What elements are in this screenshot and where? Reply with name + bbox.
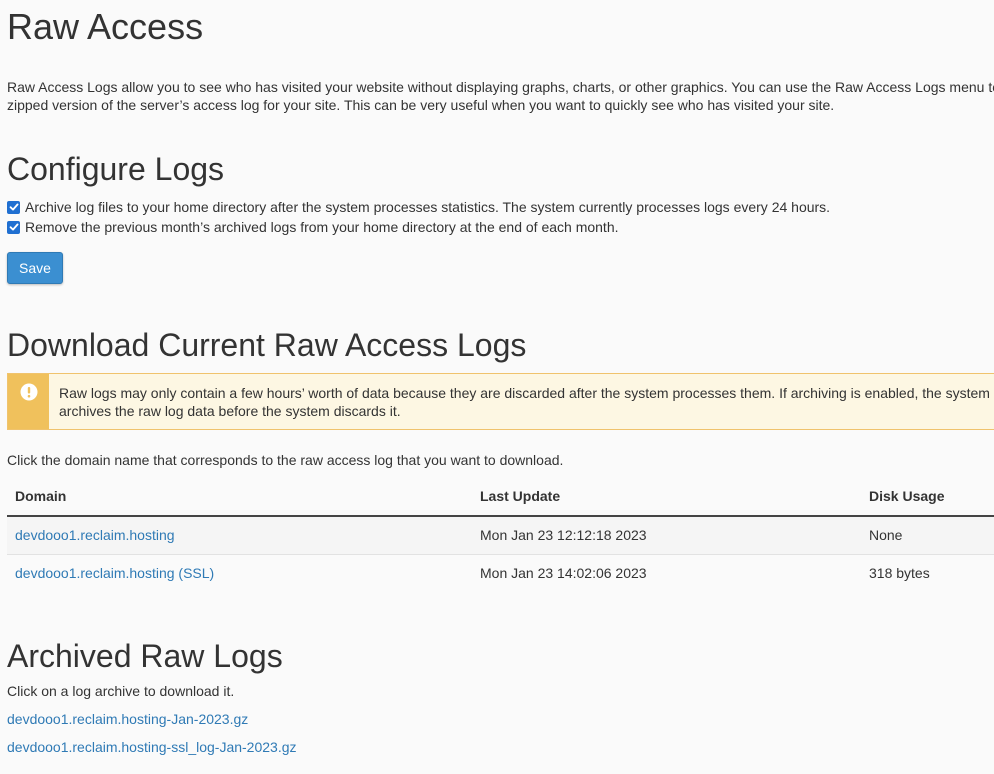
download-hint: Click the domain name that corresponds t…	[7, 452, 564, 468]
checkmark-icon	[9, 223, 18, 231]
table-row: devdooo1.reclaim.hosting (SSL) Mon Jan 2…	[7, 555, 994, 592]
configure-logs-heading: Configure Logs	[7, 151, 225, 187]
disk-usage-value: None	[869, 527, 903, 543]
table-header: Domain Last Update Disk Usage	[7, 478, 994, 517]
archive-logs-label: Archive log files to your home directory…	[25, 199, 831, 215]
remove-archived-option[interactable]: Remove the previous month’s archived log…	[7, 218, 619, 236]
column-domain: Domain	[15, 488, 67, 504]
remove-archived-label: Remove the previous month’s archived log…	[25, 219, 619, 235]
domain-link[interactable]: devdooo1.reclaim.hosting	[15, 517, 175, 554]
column-last-update: Last Update	[480, 488, 561, 504]
raw-logs-warning: Raw logs may only contain a few hours’ w…	[7, 373, 994, 430]
download-logs-heading: Download Current Raw Access Logs	[7, 327, 527, 363]
alert-icon-panel	[8, 374, 49, 429]
archive-link-jan-2023[interactable]: devdooo1.reclaim.hosting-Jan-2023.gz	[7, 711, 248, 727]
domain-ssl-link[interactable]: devdooo1.reclaim.hosting (SSL)	[15, 555, 214, 592]
alert-message: Raw logs may only contain a few hours’ w…	[59, 385, 990, 419]
last-update-value: Mon Jan 23 12:12:18 2023	[480, 527, 647, 543]
remove-archived-checkbox[interactable]	[7, 220, 20, 234]
raw-logs-table: Domain Last Update Disk Usage devdooo1.r…	[7, 478, 994, 592]
save-button[interactable]: Save	[7, 252, 63, 284]
archived-hint: Click on a log archive to download it.	[7, 683, 235, 699]
archived-logs-heading: Archived Raw Logs	[7, 638, 283, 674]
page-description: Raw Access Logs allow you to see who has…	[7, 79, 994, 113]
checkmark-icon	[9, 203, 18, 211]
table-row: devdooo1.reclaim.hosting Mon Jan 23 12:1…	[7, 517, 994, 555]
page-title: Raw Access	[7, 6, 204, 47]
disk-usage-value: 318 bytes	[869, 565, 930, 581]
archive-logs-checkbox[interactable]	[7, 200, 20, 214]
archive-logs-option[interactable]: Archive log files to your home directory…	[7, 198, 830, 216]
exclamation-circle-icon	[20, 383, 37, 401]
raw-access-page: Raw Access Raw Access Logs allow you to …	[0, 0, 994, 774]
archive-link-ssl-jan-2023[interactable]: devdooo1.reclaim.hosting-ssl_log-Jan-202…	[7, 739, 297, 755]
last-update-value: Mon Jan 23 14:02:06 2023	[480, 565, 647, 581]
column-disk-usage: Disk Usage	[869, 488, 945, 504]
